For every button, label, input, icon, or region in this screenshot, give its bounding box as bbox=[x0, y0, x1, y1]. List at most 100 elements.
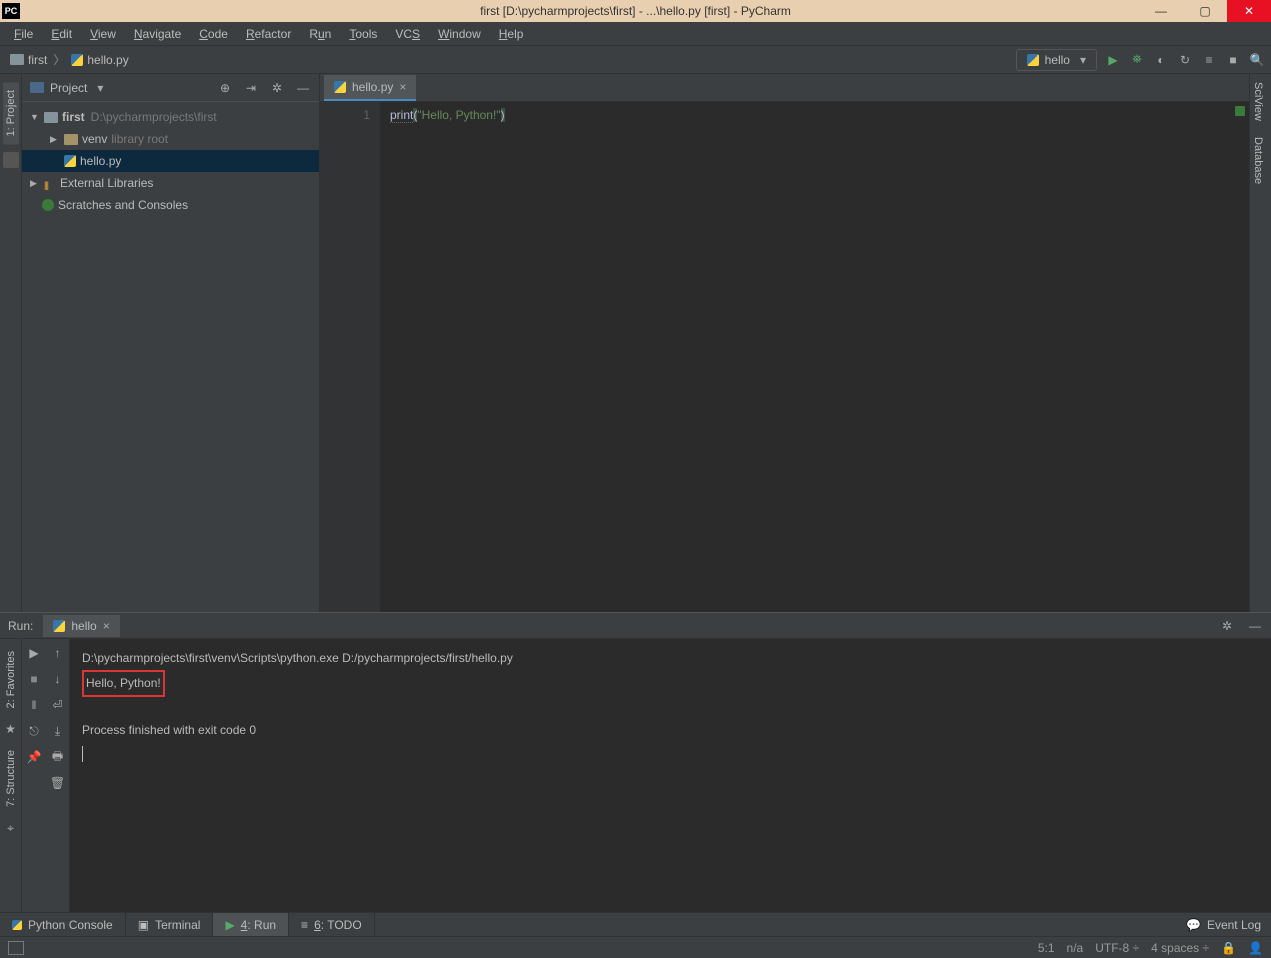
collapse-icon[interactable]: ⇥ bbox=[243, 80, 259, 96]
run-button[interactable]: ▶ bbox=[1105, 52, 1121, 68]
run-output[interactable]: D:\pycharmprojects\first\venv\Scripts\py… bbox=[70, 639, 1271, 912]
tool-windows-toggle-icon[interactable] bbox=[8, 941, 24, 955]
structure-icon: ⌖ bbox=[7, 821, 14, 836]
code-content[interactable]: print("Hello, Python!") bbox=[380, 102, 1249, 612]
hide-run-icon[interactable]: — bbox=[1247, 618, 1263, 634]
close-tab-icon[interactable]: × bbox=[399, 80, 406, 94]
bottom-tab-run[interactable]: ▶ 4: Run bbox=[213, 913, 289, 936]
favorites-tool-tab[interactable]: 2: Favorites bbox=[3, 643, 19, 716]
menu-vcs[interactable]: VCS bbox=[387, 25, 428, 43]
menu-run[interactable]: Run bbox=[301, 25, 339, 43]
editor-tab-hello[interactable]: hello.py × bbox=[324, 75, 416, 101]
menu-edit[interactable]: Edit bbox=[43, 25, 80, 43]
menu-help[interactable]: Help bbox=[491, 25, 532, 43]
locate-icon[interactable]: ⊕ bbox=[217, 80, 233, 96]
navigation-bar: first 〉 hello.py hello ▶ ⛯ ◐ ↻ ≡ ■ 🔍 bbox=[0, 46, 1271, 74]
folder-icon bbox=[64, 134, 78, 145]
run-settings-icon[interactable]: ✲ bbox=[1219, 618, 1235, 634]
inspector-icon[interactable]: 👤 bbox=[1248, 941, 1263, 955]
menu-window[interactable]: Window bbox=[430, 25, 489, 43]
output-cursor bbox=[82, 742, 1259, 765]
concurrency-button[interactable]: ≡ bbox=[1201, 52, 1217, 68]
bottom-tab-todo[interactable]: ≡ 6: TODO bbox=[289, 913, 375, 936]
project-icon bbox=[30, 82, 44, 93]
tree-root[interactable]: ▼ firstD:\pycharmprojects\first bbox=[22, 106, 319, 128]
editor-tabs: hello.py × bbox=[320, 74, 1249, 102]
database-tool-tab[interactable]: Database bbox=[1250, 129, 1266, 192]
scroll-end-icon[interactable]: ⤓ bbox=[50, 723, 66, 739]
expand-arrow-icon[interactable]: ▼ bbox=[30, 112, 40, 122]
expand-arrow-icon[interactable]: ▶ bbox=[30, 178, 40, 189]
menu-tools[interactable]: Tools bbox=[341, 25, 385, 43]
breadcrumb-file[interactable]: hello.py bbox=[67, 53, 132, 67]
pin-icon[interactable]: 📌 bbox=[26, 749, 42, 765]
run-panel-header: Run: hello × ✲ — bbox=[0, 613, 1271, 639]
clear-icon[interactable]: 🗑 bbox=[50, 775, 66, 791]
run-panel-title: Run: bbox=[8, 619, 33, 633]
tree-file-hello[interactable]: hello.py bbox=[22, 150, 319, 172]
window-titlebar: PC first [D:\pycharmprojects\first] - ..… bbox=[0, 0, 1271, 22]
rerun-icon[interactable]: ▶ bbox=[26, 645, 42, 661]
caret-position[interactable]: 5:1 bbox=[1038, 941, 1055, 955]
menu-navigate[interactable]: Navigate bbox=[126, 25, 189, 43]
folder-icon bbox=[44, 112, 58, 123]
line-number: 1 bbox=[320, 108, 370, 122]
pause-icon[interactable]: ‖ bbox=[26, 697, 42, 713]
down-icon[interactable]: ↓ bbox=[50, 671, 66, 687]
tree-venv[interactable]: ▶ venvlibrary root bbox=[22, 128, 319, 150]
bottom-tab-terminal[interactable]: ▣ Terminal bbox=[126, 913, 214, 936]
menu-view[interactable]: View bbox=[82, 25, 124, 43]
debug-button[interactable]: ⛯ bbox=[1129, 52, 1145, 68]
left-secondary-gutter: 2: Favorites ★ 7: Structure ⌖ bbox=[0, 639, 22, 912]
soft-wrap-icon[interactable]: ⏎ bbox=[50, 697, 66, 713]
lock-icon[interactable]: 🔒 bbox=[1221, 941, 1236, 955]
project-view-selector[interactable]: Project bbox=[30, 81, 217, 95]
structure-tool-tab[interactable]: 7: Structure bbox=[3, 742, 19, 815]
menu-file[interactable]: File bbox=[6, 25, 41, 43]
print-icon[interactable]: 🖶 bbox=[50, 749, 66, 765]
expand-arrow-icon[interactable]: ▶ bbox=[50, 134, 60, 145]
run-tool-window: Run: hello × ✲ — 2: Favorites ★ 7: Struc… bbox=[0, 612, 1271, 912]
project-header-label: Project bbox=[50, 81, 87, 95]
minimize-button[interactable]: — bbox=[1139, 0, 1183, 22]
tree-external-libraries[interactable]: ▶ External Libraries bbox=[22, 172, 319, 194]
search-everywhere-button[interactable]: 🔍 bbox=[1249, 52, 1265, 68]
stop-icon[interactable]: ■ bbox=[26, 671, 42, 687]
editor-body[interactable]: 1 print("Hello, Python!") bbox=[320, 102, 1249, 612]
project-tool-tab[interactable]: 1: Project bbox=[3, 82, 19, 144]
menu-refactor[interactable]: Refactor bbox=[238, 25, 299, 43]
bottom-tab-python-console[interactable]: Python Console bbox=[0, 913, 126, 936]
exit-icon[interactable]: ⎋ bbox=[26, 723, 42, 739]
left-gutter-icon[interactable] bbox=[3, 152, 19, 168]
menu-code[interactable]: Code bbox=[191, 25, 236, 43]
coverage-button[interactable]: ◐ bbox=[1153, 52, 1169, 68]
python-file-icon bbox=[64, 155, 76, 167]
file-encoding[interactable]: UTF-8 ÷ bbox=[1095, 941, 1139, 955]
run-tab-hello[interactable]: hello × bbox=[43, 615, 119, 637]
event-log-icon: 💬 bbox=[1186, 918, 1201, 932]
run-configuration-selector[interactable]: hello bbox=[1016, 49, 1097, 71]
line-number-gutter: 1 bbox=[320, 102, 380, 612]
bottom-tab-event-log[interactable]: 💬 Event Log bbox=[1176, 918, 1271, 932]
run-tab-label: hello bbox=[71, 619, 96, 633]
right-tool-gutter: SciView Database bbox=[1249, 74, 1271, 612]
python-icon bbox=[12, 920, 22, 930]
hide-panel-icon[interactable]: — bbox=[295, 80, 311, 96]
settings-icon[interactable]: ✲ bbox=[269, 80, 285, 96]
profile-button[interactable]: ↻ bbox=[1177, 52, 1193, 68]
stop-button[interactable]: ■ bbox=[1225, 52, 1241, 68]
output-result-line: Hello, Python! bbox=[82, 670, 165, 697]
output-exit-line: Process finished with exit code 0 bbox=[82, 719, 1259, 742]
up-icon[interactable]: ↑ bbox=[50, 645, 66, 661]
breadcrumb-folder[interactable]: first bbox=[6, 53, 51, 67]
close-button[interactable]: ✕ bbox=[1227, 0, 1271, 22]
sciview-tool-tab[interactable]: SciView bbox=[1250, 74, 1266, 129]
todo-icon: ≡ bbox=[301, 918, 308, 932]
close-tab-icon[interactable]: × bbox=[103, 619, 110, 633]
indent-settings[interactable]: 4 spaces ÷ bbox=[1151, 941, 1209, 955]
tree-scratches[interactable]: Scratches and Consoles bbox=[22, 194, 319, 216]
project-panel: Project ⊕ ⇥ ✲ — ▼ firstD:\pycharmproject… bbox=[22, 74, 320, 612]
project-tree: ▼ firstD:\pycharmprojects\first ▶ venvli… bbox=[22, 102, 319, 612]
left-tool-gutter: 1: Project bbox=[0, 74, 22, 612]
maximize-button[interactable]: ▢ bbox=[1183, 0, 1227, 22]
